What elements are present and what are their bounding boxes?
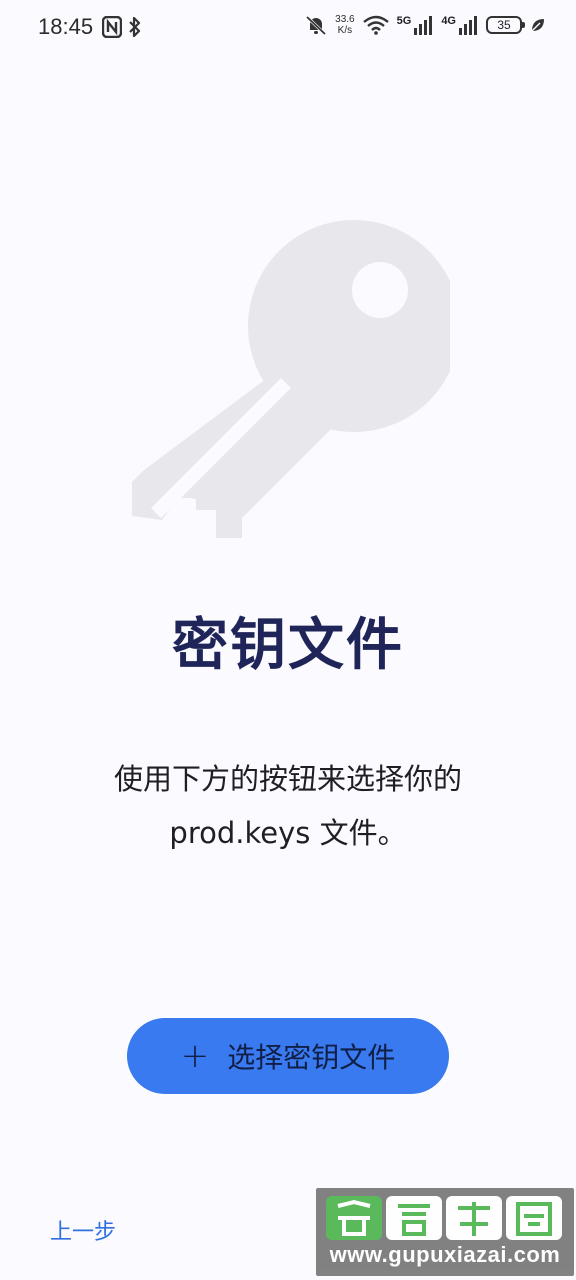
net-speed: 33.6 K/s <box>335 14 354 36</box>
signal-2-label: 4G <box>441 15 456 27</box>
leaf-icon <box>531 19 544 32</box>
bluetooth-icon <box>129 16 141 38</box>
watermark-logo <box>326 1196 562 1240</box>
key-icon <box>132 220 450 538</box>
net-speed-unit: K/s <box>337 25 353 36</box>
net-speed-value: 33.6 <box>335 14 355 25</box>
select-button-label: 选择密钥文件 <box>227 1041 396 1074</box>
status-left-icons <box>102 16 142 38</box>
signal-icon <box>414 16 433 35</box>
signal-4g: 4G <box>441 15 478 35</box>
description-line-1: 使用下方的按钮来选择你的 <box>113 762 462 796</box>
wifi-icon <box>362 15 389 35</box>
signal-icon-2 <box>459 16 477 35</box>
battery-level: 35 <box>497 18 511 32</box>
nfc-icon <box>102 16 122 38</box>
status-right-icons: 33.6 K/s 5G 4G 35 <box>305 14 546 36</box>
description: 使用下方的按钮来选择你的 prod.keys 文件。 <box>60 752 516 860</box>
back-button[interactable]: 上一步 <box>50 1214 116 1246</box>
battery-indicator: 35 <box>486 16 525 34</box>
signal-5g: 5G <box>397 15 434 35</box>
select-key-file-button[interactable]: + 选择密钥文件 <box>127 1018 449 1094</box>
mute-bell-icon <box>306 15 327 36</box>
status-bar: 18:45 33.6 K/s 5G 4G 35 <box>0 0 576 56</box>
watermark: www.gupuxiazai.com <box>316 1188 574 1276</box>
description-line-2: prod.keys 文件。 <box>169 816 407 850</box>
status-time: 18:45 <box>38 14 94 39</box>
page-title: 密钥文件 <box>172 613 404 678</box>
plus-icon: + <box>180 1036 210 1076</box>
signal-1-label: 5G <box>396 15 412 27</box>
watermark-url: www.gupuxiazai.com <box>329 1242 561 1267</box>
